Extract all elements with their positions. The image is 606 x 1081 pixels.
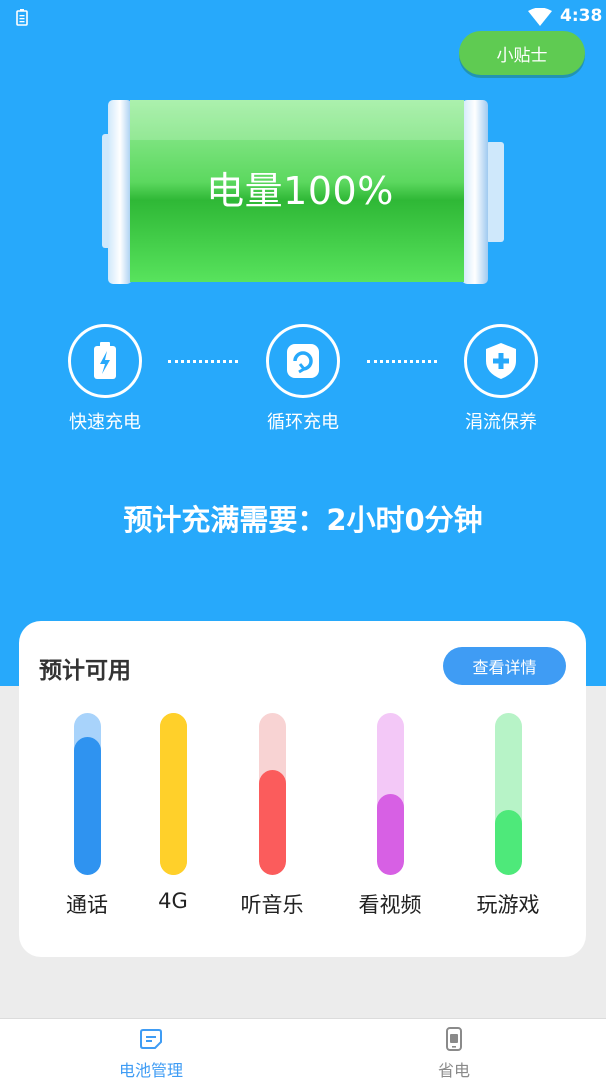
nav-item-power-save[interactable]: 省电 [379, 1027, 529, 1081]
usage-bar-track [258, 713, 286, 875]
lightning-battery-icon [68, 324, 142, 398]
usage-bar-fill [258, 770, 286, 875]
usage-bar-fill [494, 810, 522, 875]
view-details-button[interactable]: 查看详情 [443, 647, 566, 685]
usage-bar-track [494, 713, 522, 875]
status-time: 4:38 [560, 6, 603, 26]
status-bar: 4:38 [0, 0, 606, 34]
phone-icon [446, 1027, 462, 1051]
usage-label: 看视频 [358, 893, 422, 917]
usage-bar-track [73, 713, 101, 875]
usage-label: 听音乐 [240, 893, 304, 917]
usage-bar-fill [376, 794, 404, 875]
nav-item-battery-manage[interactable]: 电池管理 [76, 1027, 226, 1081]
usage-item-music: 听音乐 [212, 713, 332, 919]
usage-card-title: 预计可用 [39, 658, 131, 684]
battery-level-label: 电量100% [206, 169, 394, 213]
feature-label: 快速充电 [69, 412, 141, 433]
usage-bar-track [376, 713, 404, 875]
bottom-nav: 电池管理 省电 [0, 1018, 606, 1081]
usage-bar-fill [159, 713, 187, 875]
feature-trickle-care[interactable]: 涓流保养 [421, 324, 581, 434]
usage-card: 预计可用 查看详情 通话 4G 听音乐 看视频 玩游戏 [19, 621, 586, 957]
sim-status-icon [16, 9, 28, 30]
tips-button[interactable]: 小贴士 [459, 31, 585, 75]
shield-plus-icon [464, 324, 538, 398]
nav-label: 省电 [437, 1061, 470, 1080]
usage-item-game: 玩游戏 [448, 713, 568, 919]
usage-label: 玩游戏 [476, 893, 540, 917]
battery-manage-icon [140, 1029, 162, 1049]
feature-label: 涓流保养 [465, 412, 537, 433]
charge-estimate-text: 预计充满需要：2小时0分钟 [123, 503, 483, 537]
feature-label: 循环充电 [267, 412, 339, 433]
nav-label: 电池管理 [118, 1061, 183, 1080]
wifi-icon [528, 7, 552, 30]
feature-fast-charge[interactable]: 快速充电 [25, 324, 185, 434]
cycle-icon [266, 324, 340, 398]
usage-bar-track [159, 713, 187, 875]
usage-item-video: 看视频 [330, 713, 450, 919]
usage-bar-fill [73, 737, 101, 875]
feature-cycle-charge[interactable]: 循环充电 [223, 324, 383, 434]
